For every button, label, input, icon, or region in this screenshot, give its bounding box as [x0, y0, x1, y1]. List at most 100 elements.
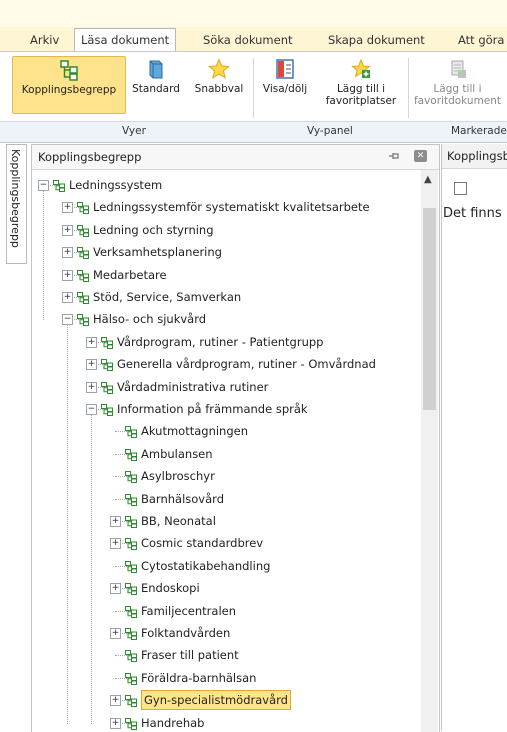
tab-arkiv[interactable]: Arkiv — [30, 29, 59, 51]
tree-structure-icon — [60, 60, 78, 81]
tree-node-icon — [125, 493, 137, 506]
expand-icon[interactable]: + — [62, 292, 73, 303]
ribbon-tabs: Arkiv Läsa dokument Söka dokument Skapa … — [0, 27, 507, 52]
tab-soka-dokument[interactable]: Söka dokument — [203, 29, 293, 51]
expand-icon[interactable]: + — [110, 516, 121, 527]
expand-icon[interactable]: + — [110, 717, 121, 729]
visa-dolj-label: Visa/dölj — [262, 83, 308, 95]
tree-node-label: Hälso- och sjukvård — [93, 312, 207, 327]
tree-node-icon — [101, 403, 113, 416]
group-label-vyer: Vyer — [122, 125, 146, 137]
tree-node-label: Fraser till patient — [141, 648, 239, 663]
expand-icon[interactable]: + — [62, 202, 73, 214]
tree-node-label: Gyn-specialistmödravård — [141, 690, 291, 711]
close-icon[interactable]: ✕ — [414, 150, 427, 162]
tree-node-label: Cytostatikabehandling — [141, 558, 271, 573]
tree-node-label: Cosmic standardbrev — [141, 536, 264, 551]
pin-icon[interactable] — [387, 149, 401, 163]
tree-node-icon — [125, 672, 137, 685]
expand-icon[interactable]: + — [62, 247, 73, 259]
expand-icon[interactable]: + — [62, 224, 73, 236]
visa-dolj-button[interactable]: Visa/dölj — [260, 56, 310, 112]
tree-node-icon — [125, 627, 137, 640]
tree-view: − Ledningssystem + Ledningssystemför system… — [32, 170, 420, 732]
empty-message: Det finns — [443, 206, 502, 221]
group-label-vy-panel: Vy-panel — [307, 125, 353, 137]
tree-node[interactable]: + Stöd, Service, Samverkan — [32, 288, 420, 306]
tree-node-icon — [125, 694, 137, 708]
tab-lasa-dokument[interactable]: Läsa dokument — [74, 28, 177, 52]
tree-node[interactable]: − Hälso- och sjukvård — [32, 310, 420, 328]
tree-node-icon — [77, 246, 89, 260]
expand-icon[interactable]: + — [110, 583, 121, 595]
ribbon-divider — [408, 58, 409, 118]
tree-node[interactable]: + Medarbetare — [32, 266, 420, 284]
tree-node-label: Ledning och styrning — [93, 222, 214, 237]
tree-node-icon — [77, 224, 89, 237]
tree-node-icon — [125, 717, 137, 730]
tree-node-label: Verksamhetsplanering — [93, 245, 222, 260]
tree-node-label: Handrehab — [141, 715, 205, 730]
tree-node[interactable]: + Generella vårdprogram, rutiner - Omvård… — [32, 355, 420, 373]
star-icon — [208, 58, 230, 79]
tree-node[interactable]: + Ledningssystemför systematiskt kvalitet… — [32, 198, 420, 216]
tree-node[interactable]: + Vårdadministrativa rutiner — [32, 378, 420, 396]
title-strip — [0, 0, 507, 27]
select-all-checkbox[interactable] — [454, 182, 467, 195]
snabbval-button[interactable]: Snabbval — [190, 56, 248, 112]
expand-icon[interactable]: + — [110, 538, 121, 550]
tree-node-label: Information på främmande språk — [117, 402, 308, 416]
tree-node-label: Akutmottagningen — [141, 424, 249, 439]
scrollbar-thumb[interactable] — [423, 208, 436, 410]
expand-icon[interactable]: + — [86, 359, 97, 371]
tab-skapa-dokument[interactable]: Skapa dokument — [328, 29, 425, 51]
tree-node-icon — [125, 515, 137, 528]
tree-node-icon — [125, 649, 137, 663]
tree-guide-line — [91, 414, 92, 724]
standard-label: Standard — [132, 83, 180, 95]
standard-button[interactable]: Standard — [128, 56, 184, 112]
ribbon-divider — [253, 58, 254, 118]
add-favoritplatser-label2: favoritplatser — [325, 95, 397, 107]
tree-guide-line — [67, 324, 68, 724]
tree-node-label: Stöd, Service, Samverkan — [93, 290, 242, 304]
expand-icon[interactable]: + — [86, 336, 97, 348]
ribbon: Kopplingsbegrepp Standard Snabbval Visa/… — [0, 51, 507, 122]
vertical-scrollbar[interactable]: ▲ — [421, 170, 438, 732]
ribbon-group-labels: Vyer Vy-panel Markerade — [0, 121, 507, 143]
add-favorite-icon — [351, 58, 371, 78]
scroll-up-arrow-icon[interactable]: ▲ — [424, 174, 432, 185]
tree-node-icon — [125, 582, 137, 596]
panel-header: Kopplingsbegrepp ✕ — [32, 145, 439, 170]
tree-node-label: BB, Neonatal — [141, 514, 216, 528]
expand-icon[interactable]: + — [110, 695, 121, 707]
book-icon — [149, 60, 163, 79]
tree-node[interactable]: + Verksamhetsplanering — [32, 243, 420, 261]
tree-node-label: Ambulansen — [141, 446, 213, 461]
tree-node-label: Barnhälsovård — [141, 491, 224, 506]
tree-node-label: Ledningssystemför systematiskt kvalitets… — [93, 200, 370, 215]
expand-icon[interactable]: + — [110, 628, 121, 639]
tree-node[interactable]: − Ledningssystem — [32, 176, 420, 194]
document-list-header: Kopplingsbegrepp — [442, 144, 507, 169]
tree-node[interactable]: + Ledning och styrning — [32, 221, 420, 239]
kopplingsbegrepp-button[interactable]: Kopplingsbegrepp — [12, 56, 126, 114]
tree-node-label: Folktandvården — [141, 626, 231, 640]
snabbval-label: Snabbval — [194, 83, 244, 95]
tree-node-icon — [125, 425, 137, 439]
side-tab-kopplingsbegrepp[interactable]: Kopplingsbegrepp — [6, 144, 27, 264]
tree-node-icon — [125, 448, 137, 461]
panel-toggle-icon — [276, 59, 294, 79]
tree-node-icon — [101, 358, 113, 372]
tree-node[interactable]: + Vårdprogram, rutiner - Patientgrupp — [32, 333, 420, 351]
tree-node-icon — [125, 537, 137, 551]
expand-icon[interactable]: + — [86, 381, 97, 393]
tab-att-gora[interactable]: Att göra — [458, 29, 504, 51]
add-favoritplatser-button[interactable]: Lägg till i favoritplatser — [317, 56, 405, 112]
expand-icon[interactable]: + — [62, 269, 73, 281]
add-favoritdokument-label1: Lägg till i — [433, 83, 482, 95]
tree-guide-line — [43, 190, 44, 321]
tree-node-label: Asylbroschyr — [141, 469, 215, 484]
add-favoritdokument-button[interactable]: Lägg till i favoritdokument — [410, 56, 505, 112]
tree-node-icon — [53, 179, 65, 192]
